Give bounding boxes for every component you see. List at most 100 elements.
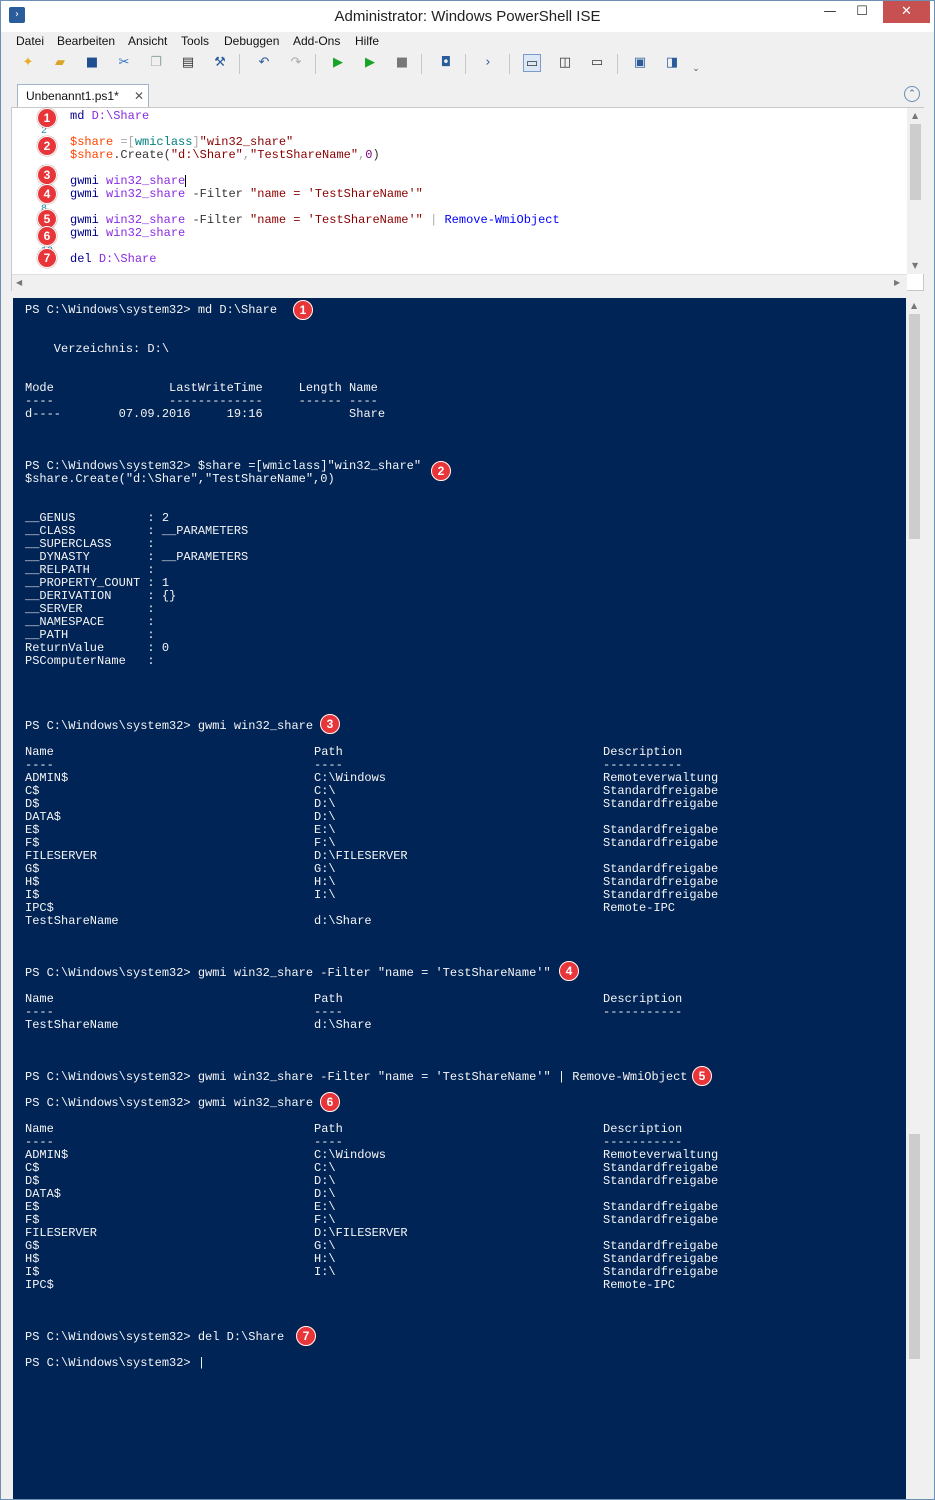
scroll-down-arrow-icon[interactable]: ▼ xyxy=(912,261,918,270)
scroll-right-arrow-icon[interactable]: ▶ xyxy=(894,278,900,287)
console-scroll-thumb[interactable] xyxy=(909,314,920,539)
share-table-cell: Standardfreigabe xyxy=(603,875,719,889)
new-file-icon[interactable]: ✦ xyxy=(19,54,37,72)
share-table-cell: G:\ xyxy=(314,1239,336,1253)
undo-icon[interactable]: ↶ xyxy=(255,54,273,72)
step-marker: 7 xyxy=(37,248,57,268)
share-table-cell: d:\Share xyxy=(314,1018,372,1032)
code-token: -Filter xyxy=(192,213,251,227)
step-marker: 6 xyxy=(320,1092,340,1112)
share-table-header: Description xyxy=(603,745,683,759)
share-table-header: Description xyxy=(603,992,683,1006)
code-token: "win32_share" xyxy=(199,135,294,149)
layout-top-icon[interactable]: ▭ xyxy=(523,54,541,72)
wmi-property-line: __RELPATH : xyxy=(25,563,155,577)
stop-icon[interactable]: ■ xyxy=(393,54,411,72)
layout-max-icon[interactable]: ▭ xyxy=(588,54,606,72)
toolbar-separator xyxy=(465,54,466,74)
cut-icon[interactable]: ✂ xyxy=(115,54,133,72)
share-table-separator: ---- xyxy=(25,758,54,772)
tab-unbenannt1[interactable]: Unbenannt1.ps1* ✕ xyxy=(17,84,149,107)
remote-powershell-icon[interactable]: ◘ xyxy=(437,54,455,72)
run-script-icon[interactable]: ▶ xyxy=(329,54,347,72)
redo-icon[interactable]: ↷ xyxy=(287,54,305,72)
code-token: .Create( xyxy=(113,148,171,162)
share-table-cell: I$ xyxy=(25,1265,40,1279)
menu-hilfe[interactable]: Hilfe xyxy=(355,34,379,48)
code-token: win32_share xyxy=(106,226,186,240)
powershell-console-icon[interactable]: › xyxy=(479,54,497,72)
share-table-separator: ---- xyxy=(314,758,343,772)
scroll-up-arrow-icon[interactable]: ▲ xyxy=(912,111,918,120)
title-bar[interactable]: › Administrator: Windows PowerShell ISE … xyxy=(1,1,934,32)
share-table-cell: G:\ xyxy=(314,862,336,876)
step-marker: 7 xyxy=(296,1326,316,1346)
console-scroll-thumb-secondary[interactable] xyxy=(909,1134,920,1359)
wmi-property-line: __NAMESPACE : xyxy=(25,615,155,629)
code-token: ] xyxy=(192,135,200,149)
share-table-cell: Standardfreigabe xyxy=(603,862,719,876)
menu-ansicht[interactable]: Ansicht xyxy=(128,34,167,48)
code-token: "d:\Share" xyxy=(170,148,243,162)
code-token: wmiclass xyxy=(134,135,193,149)
share-table-cell: D:\FILESERVER xyxy=(314,849,408,863)
menu-datei[interactable]: Datei xyxy=(16,34,44,48)
clear-icon[interactable]: ⚒ xyxy=(211,54,229,72)
wmi-property-line: __PROPERTY_COUNT : 1 xyxy=(25,576,170,590)
menu-add-ons[interactable]: Add-Ons xyxy=(293,34,340,48)
step-marker: 1 xyxy=(293,300,313,320)
copy-icon[interactable]: ❐ xyxy=(147,54,165,72)
open-folder-icon[interactable]: ▰ xyxy=(51,54,69,72)
editor-scroll-thumb[interactable] xyxy=(910,124,921,200)
editor-vertical-scrollbar[interactable]: ▲ ▼ xyxy=(907,108,924,274)
menu-debuggen[interactable]: Debuggen xyxy=(224,34,279,48)
share-table-header: Description xyxy=(603,1122,683,1136)
code-line: gwmi win32_share -Filter "name = 'TestSh… xyxy=(70,213,560,227)
console-command: PS C:\Windows\system32> gwmi win32_share xyxy=(25,1096,314,1110)
share-table-separator: ---- xyxy=(25,1135,54,1149)
console-command: $share.Create("d:\Share","TestShareName"… xyxy=(25,472,335,486)
toolbar-separator xyxy=(421,54,422,74)
editor-horizontal-scrollbar[interactable]: ◀ ▶ xyxy=(12,274,907,291)
scroll-up-arrow-icon[interactable]: ▲ xyxy=(911,301,917,310)
pane-splitter[interactable] xyxy=(11,291,924,298)
code-token: "name = 'TestShareName'" xyxy=(250,213,423,227)
scroll-left-arrow-icon[interactable]: ◀ xyxy=(16,278,22,287)
show-script-pane-icon[interactable]: ▣ xyxy=(631,54,649,72)
tab-close-icon[interactable]: ✕ xyxy=(134,85,144,107)
code-token: [ xyxy=(127,135,135,149)
share-table-cell: DATA$ xyxy=(25,810,62,824)
share-table-cell: H$ xyxy=(25,1252,40,1266)
code-token: del xyxy=(70,252,99,266)
show-commands-icon[interactable]: ◨ xyxy=(663,54,681,72)
share-table-cell: H$ xyxy=(25,875,40,889)
minimize-button[interactable]: — xyxy=(816,1,844,23)
run-selection-icon[interactable]: ▶ xyxy=(361,54,379,72)
script-editor[interactable]: 1 2 3 4 5 6 7 8 9 10 11 12 13 md D:\Shar… xyxy=(11,107,924,291)
share-table-separator: ---- xyxy=(314,1135,343,1149)
console-pane[interactable]: PS C:\Windows\system32> md D:\Share 1 Ve… xyxy=(13,298,923,1499)
console-prompt-input[interactable]: PS C:\Windows\system32> | xyxy=(25,1356,205,1370)
share-table-cell: D:\FILESERVER xyxy=(314,1226,408,1240)
code-token: md xyxy=(70,109,92,123)
wmi-property-line: __SERVER : xyxy=(25,602,155,616)
toolbar: ✦ ▰ ■ ✂ ❐ ▤ ⚒ ↶ ↷ ▶ ▶ ■ ◘ › ▭ ◫ ▭ ▣ ◨ ⌄ xyxy=(1,50,934,78)
menu-tools[interactable]: Tools xyxy=(181,34,209,48)
share-table-header: Name xyxy=(25,745,54,759)
wmi-property-line: __GENUS : 2 xyxy=(25,511,170,525)
step-marker: 2 xyxy=(431,461,451,481)
layout-right-icon[interactable]: ◫ xyxy=(556,54,574,72)
save-icon[interactable]: ■ xyxy=(83,54,101,72)
share-table-separator: ----------- xyxy=(603,1135,683,1149)
maximize-button[interactable]: ☐ xyxy=(848,1,876,23)
console-vertical-scrollbar[interactable]: ▲ xyxy=(906,298,923,1499)
paste-icon[interactable]: ▤ xyxy=(179,54,197,72)
share-table-cell: Standardfreigabe xyxy=(603,784,719,798)
share-table-cell: Standardfreigabe xyxy=(603,1252,719,1266)
share-table-cell: Standardfreigabe xyxy=(603,1200,719,1214)
code-token: Remove-WmiObject xyxy=(444,213,560,227)
menu-bearbeiten[interactable]: Bearbeiten xyxy=(57,34,115,48)
close-button[interactable]: ✕ xyxy=(883,1,930,23)
collapse-script-pane-icon[interactable]: ⌃ xyxy=(904,86,920,102)
toolbar-overflow-icon[interactable]: ⌄ xyxy=(687,60,705,78)
